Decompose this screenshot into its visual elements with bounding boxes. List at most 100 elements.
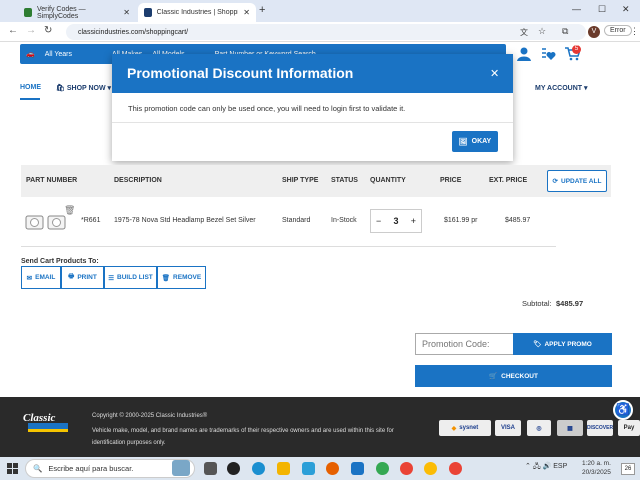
- okay-button[interactable]: 🖼 OKAY: [452, 131, 498, 152]
- windows-start-icon[interactable]: [7, 463, 18, 474]
- decrease-qty-button[interactable]: −: [376, 216, 381, 226]
- discover-logo: DISCOVER: [587, 420, 613, 436]
- send-cart-label: Send Cart Products To:: [21, 258, 99, 265]
- error-button[interactable]: Error: [604, 25, 632, 36]
- mail-icon[interactable]: [351, 462, 364, 475]
- tab-classic-industries[interactable]: Classic Industries | Shopping C ✕: [138, 3, 256, 22]
- promo-code-input[interactable]: [415, 333, 514, 355]
- item-description[interactable]: 1975-78 Nova Std Headlamp Bezel Set Silv…: [114, 217, 256, 224]
- bookmark-star-icon[interactable]: ☆: [538, 26, 546, 37]
- svg-text:Classic: Classic: [23, 412, 56, 424]
- network-icon[interactable]: 🖧: [533, 463, 541, 470]
- pay-logo: Pay: [618, 420, 640, 436]
- edge-icon[interactable]: [252, 462, 265, 475]
- product-image[interactable]: [24, 212, 68, 232]
- translate-icon[interactable]: 文: [520, 27, 528, 38]
- notification-badge[interactable]: 26: [621, 463, 635, 475]
- build-list-label: BUILD LIST: [117, 274, 153, 281]
- item-ext-price: $485.97: [505, 217, 531, 224]
- remove-button[interactable]: 🗑 REMOVE: [157, 266, 206, 289]
- nav-my-account[interactable]: MY ACCOUNT ▾: [535, 84, 588, 92]
- shield-icon: ◆: [451, 425, 457, 432]
- print-label: PRINT: [77, 274, 97, 281]
- modal-message: This promotion code can only be used onc…: [128, 104, 406, 113]
- trademark-disclaimer: Vehicle make, model, and brand names are…: [92, 428, 394, 446]
- year-select[interactable]: All Years: [45, 51, 72, 58]
- system-tray: ⌃ 🖧 🔊 ESP: [525, 462, 567, 473]
- classic-industries-logo[interactable]: Classic: [22, 410, 74, 434]
- taskbar-clock[interactable]: 1:20 a. m. 20/3/2025: [582, 459, 611, 477]
- email-button[interactable]: ✉ EMAIL: [21, 266, 61, 289]
- checkout-label: CHECKOUT: [501, 372, 538, 380]
- nav-active-underline: [20, 98, 40, 100]
- nav-shop-now[interactable]: 🛍 SHOP NOW ▾: [56, 84, 111, 92]
- cart-count-badge: 5: [572, 45, 581, 54]
- list-icon: ☰: [108, 274, 115, 282]
- profile-avatar[interactable]: V: [588, 26, 600, 38]
- quantity-input[interactable]: 3: [393, 216, 398, 226]
- copyright-text: Copyright © 2000-2025 Classic Industries…: [92, 413, 208, 419]
- chevron-up-icon[interactable]: ⌃: [525, 463, 531, 470]
- new-tab-icon[interactable]: +: [259, 4, 265, 16]
- tab-title: Classic Industries | Shopping C: [156, 9, 239, 16]
- trash-icon: 🗑: [161, 274, 171, 282]
- tab-title: Verify Codes — SimplyCodes: [36, 5, 86, 20]
- close-window-icon[interactable]: ✕: [622, 4, 630, 15]
- file-explorer-icon[interactable]: [277, 462, 290, 475]
- simplycodes-favicon-icon: [24, 8, 32, 17]
- apply-promo-button[interactable]: 🏷 APPLY PROMO: [513, 333, 612, 355]
- extensions-icon[interactable]: ⧉: [562, 26, 568, 37]
- bird-widget-icon[interactable]: [172, 460, 190, 476]
- close-tab-icon[interactable]: ✕: [243, 8, 250, 17]
- back-icon[interactable]: ←: [8, 25, 18, 36]
- update-all-button[interactable]: ⟳ UPDATE ALL: [547, 170, 607, 192]
- chrome-icon[interactable]: [376, 462, 389, 475]
- col-part-number: PART NUMBER: [26, 177, 78, 184]
- increase-qty-button[interactable]: +: [411, 216, 416, 226]
- user-icon[interactable]: [516, 46, 532, 62]
- okay-icon: 🖼: [458, 138, 468, 146]
- nav-home[interactable]: HOME: [20, 84, 41, 91]
- firefox-icon[interactable]: [326, 462, 339, 475]
- subtotal-label: Subtotal:: [522, 299, 552, 308]
- update-all-label: UPDATE ALL: [561, 177, 602, 185]
- classic-industries-favicon-icon: [144, 8, 152, 17]
- minimize-icon[interactable]: —: [572, 4, 581, 14]
- item-ship-type: Standard: [282, 217, 311, 224]
- close-tab-icon[interactable]: ✕: [123, 8, 130, 17]
- col-description: DESCRIPTION: [114, 177, 162, 184]
- sysnet-text: sysnet: [459, 425, 479, 431]
- store-icon[interactable]: [302, 462, 315, 475]
- remove-label: REMOVE: [173, 274, 202, 281]
- volume-icon[interactable]: 🔊: [543, 463, 552, 470]
- reload-icon[interactable]: ↻: [44, 25, 52, 36]
- task-view-icon[interactable]: [204, 462, 217, 475]
- input-language[interactable]: ESP: [553, 463, 567, 470]
- sysnet-badge: ◆ sysnet: [439, 420, 491, 436]
- chrome-profile-icon[interactable]: [400, 462, 413, 475]
- print-button[interactable]: 🖶 PRINT: [61, 266, 104, 289]
- col-status: STATUS: [331, 177, 358, 184]
- clock-date: 20/3/2025: [582, 469, 611, 476]
- address-bar[interactable]: classicindustries.com/shoppingcart/: [66, 24, 586, 40]
- accessibility-icon[interactable]: ♿: [613, 400, 633, 420]
- forward-icon[interactable]: →: [26, 25, 36, 36]
- item-part-number[interactable]: *R661: [81, 217, 100, 224]
- print-icon: 🖶: [68, 273, 75, 280]
- chrome-active-icon[interactable]: [424, 462, 437, 475]
- visa-logo: VISA: [495, 420, 521, 436]
- tab-simplycodes[interactable]: Verify Codes — SimplyCodes ✕: [18, 3, 136, 22]
- menu-kebab-icon[interactable]: ⋮: [630, 26, 639, 37]
- car-icon: 🚗: [26, 51, 35, 58]
- taskbar-search[interactable]: 🔍 Escribe aquí para buscar.: [25, 459, 195, 478]
- build-list-button[interactable]: ☰ BUILD LIST: [104, 266, 157, 289]
- chrome-window-icon[interactable]: [449, 462, 462, 475]
- modal-close-icon[interactable]: ✕: [490, 67, 499, 80]
- col-quantity: QUANTITY: [370, 177, 406, 184]
- media-player-icon[interactable]: [227, 462, 240, 475]
- checkout-button[interactable]: 🛒 CHECKOUT: [415, 365, 612, 387]
- trash-icon[interactable]: 🗑: [64, 205, 75, 216]
- maximize-icon[interactable]: ☐: [598, 4, 606, 15]
- refresh-icon: ⟳: [552, 178, 558, 185]
- wishlist-icon[interactable]: [540, 46, 556, 62]
